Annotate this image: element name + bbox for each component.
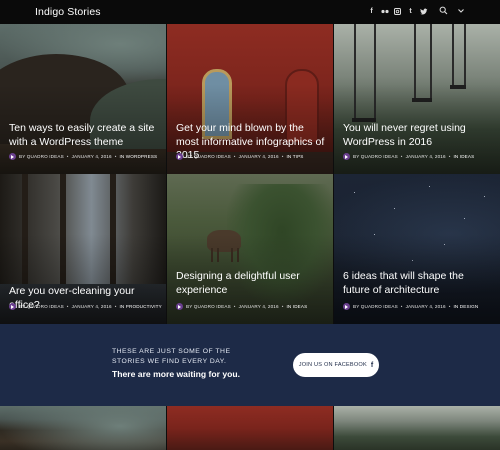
author-avatar[interactable] bbox=[176, 303, 183, 310]
site-header: Indigo Stories f t bbox=[0, 0, 500, 24]
post-title[interactable]: You will never regret using WordPress in… bbox=[343, 122, 492, 149]
next-post-row bbox=[0, 406, 500, 450]
search-icon[interactable] bbox=[439, 6, 448, 15]
post-author[interactable]: BY QUADRO IDEAS bbox=[19, 304, 64, 309]
post-category[interactable]: IN PRODUCTIVITY bbox=[119, 304, 161, 309]
post-category[interactable]: IN IDEAS bbox=[286, 304, 307, 309]
post-date: JANUARY 4, 2016 bbox=[71, 304, 112, 309]
tumblr-icon[interactable]: t bbox=[407, 7, 414, 16]
author-avatar[interactable] bbox=[176, 153, 183, 160]
post-category[interactable]: IN DESIGN bbox=[453, 304, 478, 309]
post-meta: BY QUADRO IDEAS • JANUARY 4, 2016 • IN P… bbox=[9, 303, 162, 310]
social-links: f t bbox=[368, 7, 428, 16]
post-card-partial[interactable] bbox=[0, 406, 166, 450]
post-card[interactable]: Get your mind blown by the most informat… bbox=[167, 24, 333, 174]
post-meta: BY QUADRO IDEAS • JANUARY 4, 2016 • IN I… bbox=[176, 303, 307, 310]
post-card-partial[interactable] bbox=[167, 406, 333, 450]
author-avatar[interactable] bbox=[343, 153, 350, 160]
post-date: JANUARY 4, 2016 bbox=[405, 154, 446, 159]
author-avatar[interactable] bbox=[343, 303, 350, 310]
post-author[interactable]: BY QUADRO IDEAS bbox=[353, 304, 398, 309]
post-author[interactable]: BY QUADRO IDEAS bbox=[186, 304, 231, 309]
post-title[interactable]: Ten ways to easily create a site with a … bbox=[9, 122, 158, 149]
post-grid: Ten ways to easily create a site with a … bbox=[0, 24, 500, 324]
post-date: JANUARY 4, 2016 bbox=[238, 154, 279, 159]
post-meta: BY QUADRO IDEAS • JANUARY 4, 2016 • IN W… bbox=[9, 153, 157, 160]
post-author[interactable]: BY QUADRO IDEAS bbox=[353, 154, 398, 159]
post-date: JANUARY 4, 2016 bbox=[71, 154, 112, 159]
flickr-icon[interactable] bbox=[381, 7, 389, 16]
join-facebook-label: JOIN US ON FACEBOOK bbox=[298, 362, 367, 368]
post-title[interactable]: Designing a delightful user experience bbox=[176, 270, 325, 297]
join-facebook-button[interactable]: JOIN US ON FACEBOOK f bbox=[293, 353, 379, 377]
post-meta: BY QUADRO IDEAS • JANUARY 4, 2016 • IN D… bbox=[343, 303, 478, 310]
twitter-icon[interactable] bbox=[420, 7, 428, 16]
post-author[interactable]: BY QUADRO IDEAS bbox=[186, 154, 231, 159]
chevron-down-icon[interactable] bbox=[457, 7, 465, 15]
post-date: JANUARY 4, 2016 bbox=[238, 304, 279, 309]
post-author[interactable]: BY QUADRO IDEAS bbox=[19, 154, 64, 159]
post-card[interactable]: Ten ways to easily create a site with a … bbox=[0, 24, 166, 174]
post-card[interactable]: 6 ideas that will shape the future of ar… bbox=[334, 174, 500, 324]
facebook-icon: f bbox=[370, 361, 374, 369]
post-meta: BY QUADRO IDEAS • JANUARY 4, 2016 • IN I… bbox=[343, 153, 474, 160]
post-category[interactable]: IN WORDPRESS bbox=[119, 154, 157, 159]
post-meta: BY QUADRO IDEAS • JANUARY 4, 2016 • IN T… bbox=[176, 153, 304, 160]
author-avatar[interactable] bbox=[9, 153, 16, 160]
cta-headline: There are more waiting for you. bbox=[112, 369, 240, 379]
site-title[interactable]: Indigo Stories bbox=[35, 6, 101, 18]
cta-intro-text: THESE ARE JUST SOME OF THE STORIES WE FI… bbox=[112, 348, 231, 365]
header-tools bbox=[439, 6, 465, 15]
post-card-partial[interactable] bbox=[334, 406, 500, 450]
facebook-icon[interactable]: f bbox=[368, 7, 375, 16]
post-card[interactable]: Designing a delightful user experience B… bbox=[167, 174, 333, 324]
post-category[interactable]: IN TIPS bbox=[286, 154, 303, 159]
post-date: JANUARY 4, 2016 bbox=[405, 304, 446, 309]
instagram-icon[interactable] bbox=[394, 7, 401, 16]
post-category[interactable]: IN IDEAS bbox=[453, 154, 474, 159]
author-avatar[interactable] bbox=[9, 303, 16, 310]
post-card[interactable]: You will never regret using WordPress in… bbox=[334, 24, 500, 174]
post-title[interactable]: 6 ideas that will shape the future of ar… bbox=[343, 270, 492, 297]
post-card[interactable]: Are you over-cleaning your office? BY QU… bbox=[0, 174, 166, 324]
facebook-cta-band: THESE ARE JUST SOME OF THE STORIES WE FI… bbox=[0, 324, 500, 406]
